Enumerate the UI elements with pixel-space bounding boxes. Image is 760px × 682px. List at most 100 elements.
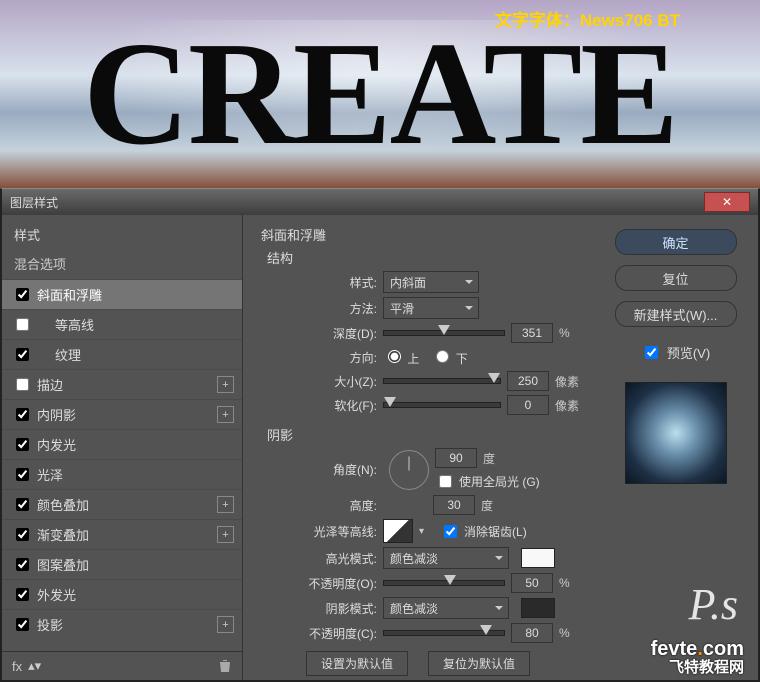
section-bevel-title: 斜面和浮雕 (261, 225, 579, 244)
highlight-opacity-label: 不透明度(O): (257, 575, 377, 592)
highlight-opacity-input[interactable]: 50 (511, 573, 553, 593)
style-checkbox[interactable] (16, 378, 29, 391)
style-row[interactable]: 描边 + (2, 369, 242, 399)
shadow-opacity-slider[interactable] (383, 630, 505, 636)
depth-unit: % (559, 326, 579, 340)
style-row[interactable]: 光泽 (2, 459, 242, 489)
dialog-title: 图层样式 (10, 194, 704, 211)
shadow-opacity-input[interactable]: 80 (511, 623, 553, 643)
depth-label: 深度(D): (257, 325, 377, 342)
shadow-mode-dropdown[interactable]: 颜色减淡 (383, 597, 509, 619)
style-label: 外发光 (37, 585, 76, 604)
reset-default-button[interactable]: 复位为默认值 (428, 651, 530, 676)
soften-slider[interactable] (383, 402, 501, 408)
depth-slider[interactable] (383, 330, 505, 336)
style-label: 纹理 (55, 345, 81, 364)
style-row[interactable]: 外发光 (2, 579, 242, 609)
highlight-mode-label: 高光模式: (257, 550, 377, 567)
blending-options[interactable]: 混合选项 (2, 250, 242, 279)
highlight-opacity-slider[interactable] (383, 580, 505, 586)
styles-panel: 样式 混合选项 斜面和浮雕等高线纹理描边 + 内阴影 + 内发光光泽颜色叠加+ 渐变叠加 +… (2, 215, 243, 680)
style-checkbox[interactable] (16, 558, 29, 571)
style-checkbox[interactable] (16, 348, 29, 361)
title-bar[interactable]: 图层样式 ✕ (2, 189, 758, 215)
close-button[interactable]: ✕ (704, 192, 750, 212)
fx-icon[interactable]: fx (12, 659, 22, 674)
style-row[interactable]: 投影 + (2, 609, 242, 639)
canvas-preview: CREATE 文字字体：News706 BT (0, 0, 760, 188)
angle-unit: 度 (483, 450, 503, 467)
direction-down-radio[interactable]: 下 (431, 347, 467, 367)
section-shading-title: 阴影 (267, 425, 579, 444)
style-row[interactable]: 纹理 (2, 339, 242, 369)
add-effect-icon[interactable]: + (217, 376, 234, 393)
altitude-unit: 度 (481, 497, 501, 514)
direction-label: 方向: (257, 349, 377, 366)
add-effect-icon[interactable]: + (217, 496, 234, 513)
style-label: 描边 (37, 375, 63, 394)
gloss-contour-picker[interactable] (383, 519, 413, 543)
shadow-opacity-label: 不透明度(C): (257, 625, 377, 642)
size-input[interactable]: 250 (507, 371, 549, 391)
shadow-color-swatch[interactable] (521, 598, 555, 618)
style-checkbox[interactable] (16, 528, 29, 541)
method-dropdown[interactable]: 平滑 (383, 297, 479, 319)
highlight-opacity-unit: % (559, 576, 579, 590)
style-label: 渐变叠加 (37, 525, 89, 544)
style-row[interactable]: 图案叠加 (2, 549, 242, 579)
gloss-contour-label: 光泽等高线: (257, 523, 377, 540)
contour-chevron-icon[interactable]: ▾ (419, 526, 424, 537)
style-checkbox[interactable] (16, 318, 29, 331)
style-row[interactable]: 内发光 (2, 429, 242, 459)
direction-up-radio[interactable]: 上 (383, 347, 419, 367)
style-label: 内阴影 (37, 405, 76, 424)
chevron-updown-icon[interactable]: ▴▾ (28, 658, 41, 674)
make-default-button[interactable]: 设置为默认值 (306, 651, 408, 676)
action-panel: 确定 复位 新建样式(W)... 预览(V) (593, 215, 758, 680)
style-label: 光泽 (37, 465, 63, 484)
add-effect-icon[interactable]: + (217, 406, 234, 423)
style-list: 斜面和浮雕等高线纹理描边 + 内阴影 + 内发光光泽颜色叠加+ 渐变叠加 + 图案叠加外发光投… (2, 279, 242, 651)
size-unit: 像素 (555, 373, 579, 390)
size-slider[interactable] (383, 378, 501, 384)
highlight-mode-dropdown[interactable]: 颜色减淡 (383, 547, 509, 569)
style-row[interactable]: 渐变叠加 + (2, 519, 242, 549)
style-row[interactable]: 内阴影 + (2, 399, 242, 429)
angle-input[interactable]: 90 (435, 448, 477, 468)
layer-style-dialog: 图层样式 ✕ 样式 混合选项 斜面和浮雕等高线纹理描边 + 内阴影 + 内发光光泽颜色叠… (0, 188, 760, 682)
new-style-button[interactable]: 新建样式(W)... (615, 301, 737, 327)
method-label: 方法: (257, 300, 377, 317)
style-row[interactable]: 斜面和浮雕 (2, 279, 242, 309)
style-row[interactable]: 颜色叠加+ (2, 489, 242, 519)
add-effect-icon[interactable]: + (217, 526, 234, 543)
highlight-color-swatch[interactable] (521, 548, 555, 568)
preview-checkbox[interactable]: 预览(V) (641, 343, 710, 362)
trash-icon[interactable] (218, 659, 232, 673)
add-effect-icon[interactable]: + (217, 616, 234, 633)
ok-button[interactable]: 确定 (615, 229, 737, 255)
font-annotation: 文字字体：News706 BT (495, 6, 680, 31)
style-checkbox[interactable] (16, 438, 29, 451)
size-label: 大小(Z): (257, 373, 377, 390)
style-label: 投影 (37, 615, 63, 634)
style-checkbox[interactable] (16, 408, 29, 421)
altitude-input[interactable]: 30 (433, 495, 475, 515)
angle-dial[interactable] (389, 450, 429, 490)
style-dropdown[interactable]: 内斜面 (383, 271, 479, 293)
options-panel: 斜面和浮雕 结构 样式: 内斜面 方法: 平滑 深度(D): 351 % 方向:… (243, 215, 593, 680)
shadow-opacity-unit: % (559, 626, 579, 640)
style-row[interactable]: 等高线 (2, 309, 242, 339)
style-checkbox[interactable] (16, 468, 29, 481)
style-checkbox[interactable] (16, 288, 29, 301)
style-checkbox[interactable] (16, 618, 29, 631)
anti-alias-checkbox[interactable]: 消除锯齿(L) (440, 522, 527, 541)
soften-input[interactable]: 0 (507, 395, 549, 415)
styles-header[interactable]: 样式 (2, 215, 242, 250)
depth-input[interactable]: 351 (511, 323, 553, 343)
canvas-big-text: CREATE (83, 20, 677, 168)
style-checkbox[interactable] (16, 498, 29, 511)
style-checkbox[interactable] (16, 588, 29, 601)
reset-button[interactable]: 复位 (615, 265, 737, 291)
global-light-checkbox[interactable]: 使用全局光 (G) (435, 472, 540, 491)
style-label: 斜面和浮雕 (37, 285, 102, 304)
